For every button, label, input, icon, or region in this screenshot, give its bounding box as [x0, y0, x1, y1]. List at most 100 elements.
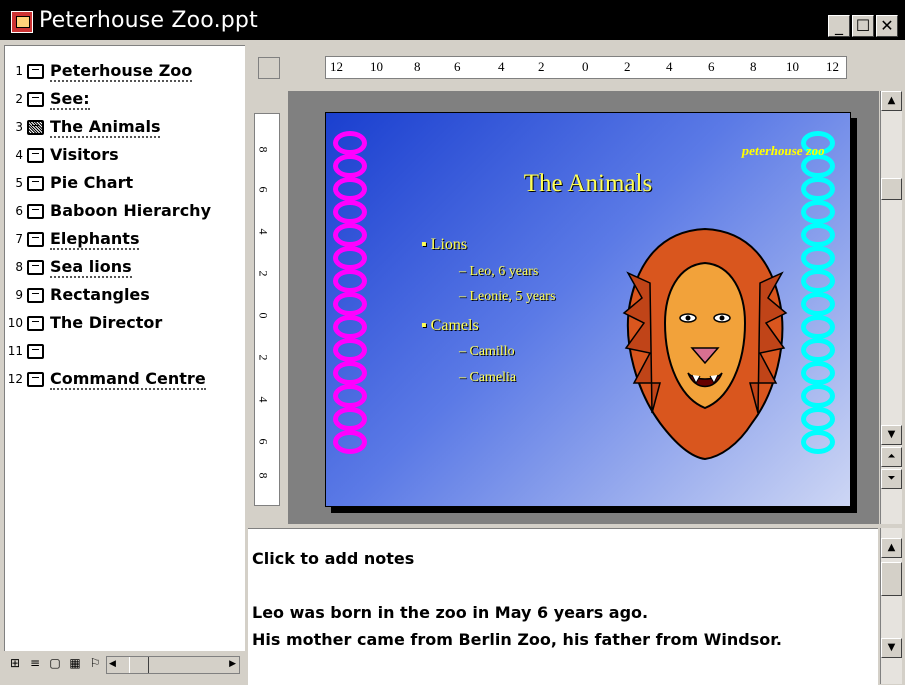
notes-pane[interactable]: Click to add notes Leo was born in the z… — [248, 528, 878, 685]
outline-horizontal-scrollbar[interactable]: ◀ ▶ — [106, 656, 240, 674]
slide-icon — [27, 92, 44, 107]
scroll-up-icon[interactable]: ▲ — [881, 91, 902, 111]
slide-view-icon[interactable]: ▢ — [48, 656, 62, 670]
slide-sorter-icon[interactable]: ▦ — [68, 656, 82, 670]
outline-label: Rectangles — [50, 285, 150, 304]
binder-ring — [333, 315, 367, 339]
normal-view-icon[interactable]: ⊞ — [8, 656, 22, 670]
slide-number: 7 — [15, 232, 23, 246]
binder-ring — [801, 361, 835, 385]
view-toolbar: ⊞ ≡ ▢ ▦ ⚐ ◀ ▶ — [8, 654, 244, 676]
notes-line[interactable]: His mother came from Berlin Zoo, his fat… — [252, 630, 782, 649]
minimize-button[interactable]: _ — [828, 15, 850, 37]
binder-ring — [333, 407, 367, 431]
binder-ring — [333, 292, 367, 316]
binder-ring — [333, 269, 367, 293]
binder-ring — [333, 246, 367, 270]
outline-label: Peterhouse Zoo — [50, 61, 193, 82]
sub-bullet[interactable]: – Leonie, 5 years — [459, 289, 555, 305]
outline-item-11[interactable]: 11 — [5, 340, 245, 366]
slide-icon — [27, 260, 44, 275]
outline-label: Sea lions — [50, 257, 132, 278]
outline-item-9[interactable]: 9 Rectangles — [5, 284, 245, 310]
outline-item-3[interactable]: 3 The Animals — [5, 116, 245, 142]
outline-item-7[interactable]: 7 Elephants — [5, 228, 245, 254]
powerpoint-icon[interactable] — [11, 11, 33, 33]
bullet-text: Lions — [430, 236, 468, 253]
sub-bullet[interactable]: – Leo, 6 years — [459, 264, 538, 280]
binder-ring — [801, 246, 835, 270]
previous-slide-icon[interactable]: ⏶ — [881, 447, 902, 467]
outline-item-8[interactable]: 8 Sea lions — [5, 256, 245, 282]
outline-view-icon[interactable]: ≡ — [28, 656, 42, 670]
slide-icon — [27, 344, 44, 359]
bullet-lions[interactable]: ▪ Lions — [421, 236, 467, 254]
notes-placeholder[interactable]: Click to add notes — [252, 549, 414, 568]
slide-vertical-scrollbar[interactable]: ▲ ▼ ⏶ ⏷ — [880, 91, 902, 524]
ruler-tick: 8 — [414, 59, 421, 74]
outline-item-4[interactable]: 4 Visitors — [5, 144, 245, 170]
notes-vertical-scrollbar[interactable]: ▲ ▼ — [880, 528, 902, 684]
outline-label: Command Centre — [50, 369, 206, 390]
sub-bullet[interactable]: – Camillo — [459, 344, 515, 360]
binder-ring — [801, 384, 835, 408]
binder-ring — [801, 338, 835, 362]
outline-item-6[interactable]: 6 Baboon Hierarchy — [5, 200, 245, 226]
next-slide-icon[interactable]: ⏷ — [881, 469, 902, 489]
outline-item-12[interactable]: 12 Command Centre — [5, 368, 245, 394]
ruler-tick: 12 — [330, 59, 343, 74]
outline-label: The Animals — [50, 117, 161, 138]
slide-number: 11 — [7, 344, 23, 358]
outline-item-10[interactable]: 10 The Director — [5, 312, 245, 338]
bullet-camels[interactable]: ▪ Camels — [421, 317, 479, 335]
slide-number: 10 — [7, 316, 23, 330]
ruler-tick: 6 — [256, 186, 271, 193]
sub-bullet[interactable]: – Camelia — [459, 370, 516, 386]
outline-label: The Director — [50, 313, 163, 332]
scroll-left-icon[interactable]: ◀ — [109, 659, 116, 669]
binder-ring — [801, 292, 835, 316]
ruler-tick: 10 — [786, 59, 799, 74]
lion-clipart-icon[interactable] — [620, 223, 790, 463]
scroll-thumb[interactable] — [881, 562, 902, 596]
slide-number: 5 — [15, 176, 23, 190]
bullet-text: Camels — [430, 317, 479, 334]
slide-number: 2 — [15, 92, 23, 106]
ruler-tick: 10 — [370, 59, 383, 74]
window-title: Peterhouse Zoo.ppt — [39, 8, 258, 33]
ruler-tick: 2 — [256, 270, 271, 277]
slide[interactable]: peterhouse zoo The Animals ▪ Lions – Leo… — [325, 112, 851, 507]
scroll-down-icon[interactable]: ▼ — [881, 425, 902, 445]
outline-item-5[interactable]: 5 Pie Chart — [5, 172, 245, 198]
outline-item-1[interactable]: 1 Peterhouse Zoo — [5, 60, 245, 86]
slide-icon — [27, 64, 44, 79]
slide-icon — [27, 148, 44, 163]
binder-ring — [801, 223, 835, 247]
ruler-tick: 4 — [498, 59, 505, 74]
slide-number: 6 — [15, 204, 23, 218]
binder-ring — [333, 200, 367, 224]
zoo-logo: peterhouse zoo — [741, 143, 827, 158]
scroll-thumb[interactable] — [881, 178, 902, 200]
horizontal-ruler[interactable]: 12 10 8 6 4 2 0 2 4 6 8 10 12 — [325, 56, 847, 79]
slide-icon — [27, 232, 44, 247]
ruler-tick: 8 — [750, 59, 757, 74]
outline-item-2[interactable]: 2 See: — [5, 88, 245, 114]
binder-ring — [801, 430, 835, 454]
scroll-right-icon[interactable]: ▶ — [229, 659, 236, 669]
slide-title[interactable]: The Animals — [326, 170, 850, 198]
slide-show-icon[interactable]: ⚐ — [88, 656, 102, 670]
scroll-thumb[interactable] — [129, 657, 149, 673]
ruler-tick: 8 — [256, 146, 271, 153]
restore-button[interactable]: ☐ — [852, 15, 874, 37]
binder-ring — [333, 361, 367, 385]
ruler-tick: 4 — [256, 396, 271, 403]
notes-line[interactable]: Leo was born in the zoo in May 6 years a… — [252, 603, 648, 622]
scroll-down-icon[interactable]: ▼ — [881, 638, 902, 658]
outline-pane[interactable]: 1 Peterhouse Zoo 2 See: 3 The Animals 4 … — [4, 45, 245, 651]
binder-ring — [801, 200, 835, 224]
ruler-tick: 2 — [538, 59, 545, 74]
vertical-ruler[interactable]: 8 6 4 2 0 2 4 6 8 — [254, 113, 280, 506]
close-button[interactable]: ✕ — [876, 15, 898, 37]
scroll-up-icon[interactable]: ▲ — [881, 538, 902, 558]
